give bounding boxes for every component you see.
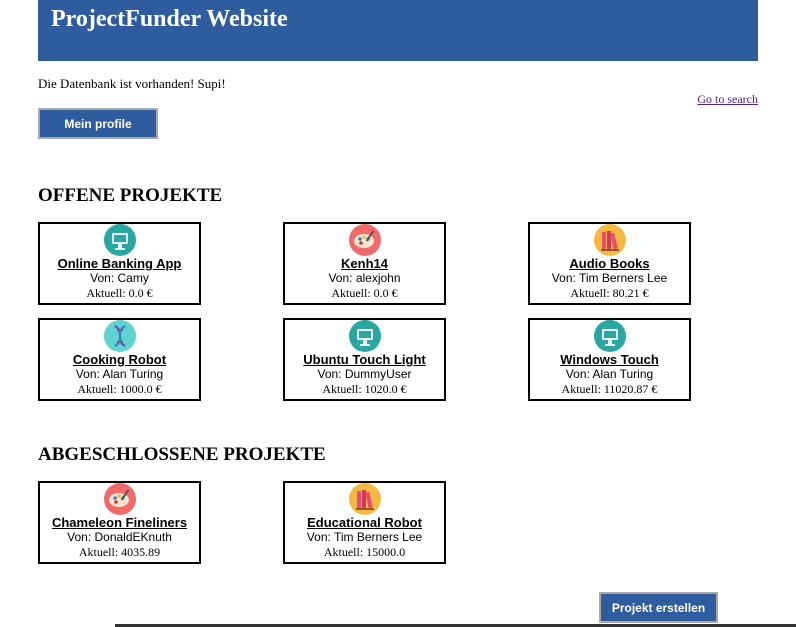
project-title: Cooking Robot — [72, 352, 167, 367]
site-title: ProjectFunder Website — [51, 6, 288, 32]
project-amount: Aktuell: 0.0 € — [331, 286, 398, 300]
project-card[interactable]: Educational Robot Von: Tim Berners Lee A… — [283, 481, 446, 564]
open-projects-heading: OFFENE PROJEKTE — [38, 185, 223, 206]
project-card[interactable]: Ubuntu Touch Light Von: DummyUser Aktuel… — [283, 318, 446, 401]
project-card[interactable]: Audio Books Von: Tim Berners Lee Aktuell… — [528, 222, 691, 305]
my-profile-button[interactable]: Mein profile — [38, 108, 158, 139]
palette-icon — [348, 224, 381, 256]
closed-projects-heading: ABGESCHLOSSENE PROJEKTE — [38, 444, 326, 465]
project-title: Audio Books — [569, 256, 650, 271]
db-status-message: Die Datenbank ist vorhanden! Supi! — [38, 76, 226, 91]
site-header: ProjectFunder Website — [38, 0, 758, 61]
project-card[interactable]: Online Banking App Von: Camy Aktuell: 0.… — [38, 222, 201, 305]
project-amount: Aktuell: 15000.0 — [323, 545, 406, 559]
project-title: Online Banking App — [57, 256, 182, 271]
project-author: Von: alexjohn — [328, 271, 401, 285]
project-author: Von: Alan Turing — [565, 367, 654, 381]
project-amount: Aktuell: 1000.0 € — [77, 382, 162, 396]
project-author: Von: Tim Berners Lee — [551, 271, 668, 285]
project-card[interactable]: Cooking Robot Von: Alan Turing Aktuell: … — [38, 318, 201, 401]
books-icon — [348, 483, 381, 515]
project-card[interactable]: Chameleon Fineliners Von: DonaldEKnuth A… — [38, 481, 201, 564]
project-title: Chameleon Fineliners — [51, 515, 188, 530]
project-author: Von: Alan Turing — [75, 367, 164, 381]
project-amount: Aktuell: 11020.87 € — [561, 382, 658, 396]
project-author: Von: Tim Berners Lee — [306, 530, 423, 544]
project-title: Windows Touch — [560, 352, 659, 367]
create-project-button[interactable]: Projekt erstellen — [599, 592, 718, 623]
dna-icon — [103, 320, 136, 352]
project-author: Von: DummyUser — [317, 367, 412, 381]
project-author: Von: Camy — [90, 271, 149, 285]
books-icon — [593, 224, 626, 256]
project-title: Educational Robot — [307, 515, 422, 530]
project-title: Ubuntu Touch Light — [303, 352, 426, 367]
project-author: Von: DonaldEKnuth — [67, 530, 172, 544]
computer-icon — [348, 320, 381, 352]
project-amount: Aktuell: 1020.0 € — [322, 382, 407, 396]
go-to-search-link[interactable]: Go to search — [697, 92, 758, 107]
project-amount: Aktuell: 0.0 € — [86, 286, 153, 300]
project-amount: Aktuell: 4035.89 — [78, 545, 161, 559]
project-card[interactable]: Kenh14 Von: alexjohn Aktuell: 0.0 € — [283, 222, 446, 305]
computer-icon — [103, 224, 136, 256]
palette-icon — [103, 483, 136, 515]
project-card[interactable]: Windows Touch Von: Alan Turing Aktuell: … — [528, 318, 691, 401]
project-title: Kenh14 — [341, 256, 388, 271]
computer-icon — [593, 320, 626, 352]
project-amount: Aktuell: 80.21 € — [570, 286, 649, 300]
